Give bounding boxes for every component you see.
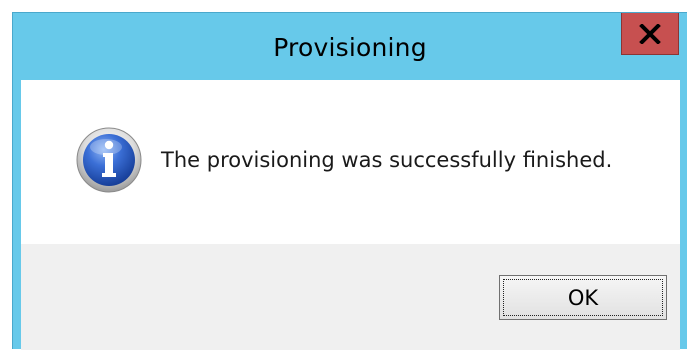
close-icon bbox=[639, 23, 661, 44]
ok-button[interactable]: OK bbox=[499, 275, 667, 320]
button-area: OK bbox=[21, 244, 680, 350]
close-button[interactable] bbox=[621, 13, 679, 55]
title-bar[interactable]: Provisioning bbox=[13, 13, 687, 80]
provisioning-dialog: Provisioning The provisioning was succes… bbox=[12, 12, 687, 350]
dialog-content: The provisioning was successfully finish… bbox=[21, 80, 680, 350]
ok-button-label: OK bbox=[567, 285, 599, 310]
message-area: The provisioning was successfully finish… bbox=[21, 80, 680, 244]
info-icon bbox=[76, 127, 142, 193]
dialog-message: The provisioning was successfully finish… bbox=[161, 148, 613, 172]
dialog-title: Provisioning bbox=[273, 33, 427, 62]
